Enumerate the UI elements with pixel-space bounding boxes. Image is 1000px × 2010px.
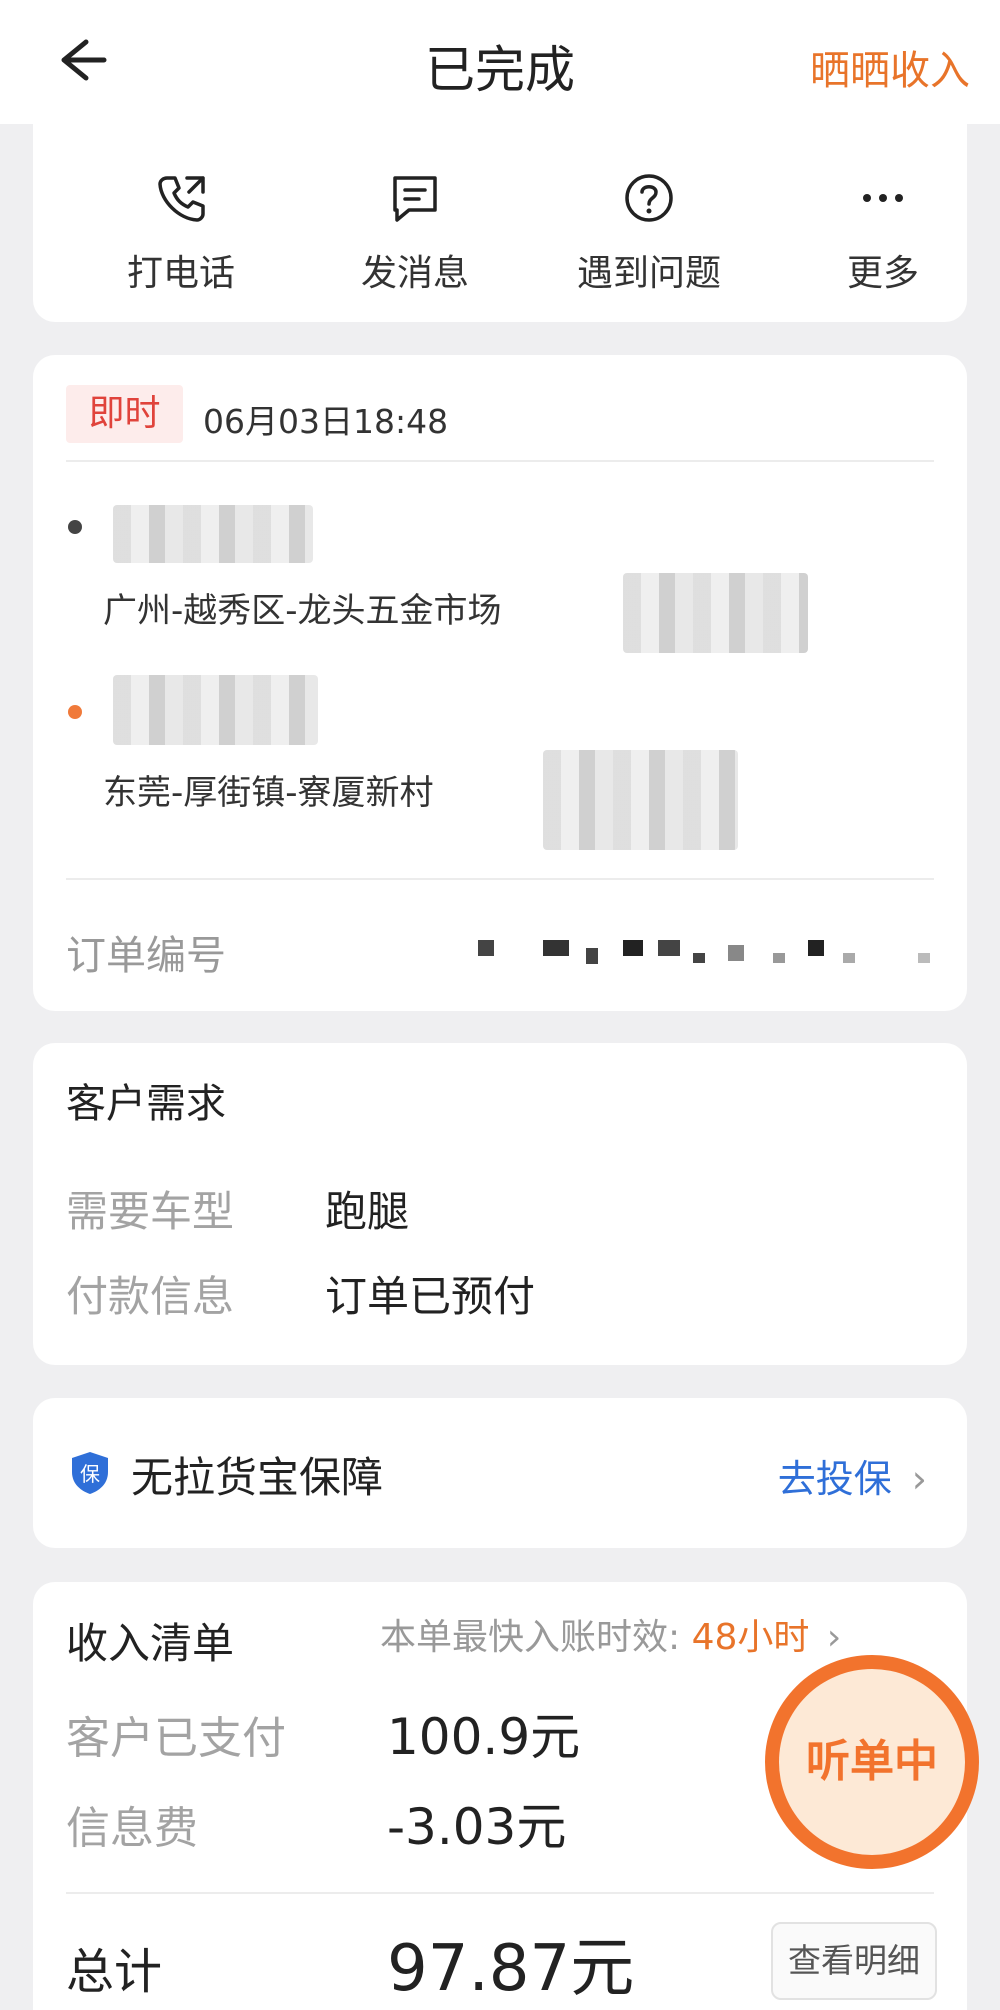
payment-info-value: 订单已预付 bbox=[325, 1272, 536, 1321]
question-icon bbox=[625, 174, 673, 222]
message-button[interactable]: 发消息 bbox=[315, 170, 515, 296]
customer-paid-value: 100.9元 bbox=[387, 1708, 581, 1766]
more-label: 更多 bbox=[846, 253, 919, 294]
settlement-time-value: 48小时 bbox=[691, 1617, 810, 1658]
chevron-right-icon: › bbox=[911, 1457, 927, 1501]
customer-needs-card: 客户需求 需要车型 跑腿 付款信息 订单已预付 bbox=[33, 1043, 967, 1365]
view-details-button[interactable]: 查看明细 bbox=[771, 1922, 937, 2000]
more-icon bbox=[863, 194, 903, 202]
message-icon bbox=[393, 176, 437, 222]
total-label: 总计 bbox=[66, 1944, 163, 2000]
divider bbox=[66, 460, 934, 462]
payment-info-label: 付款信息 bbox=[66, 1272, 235, 1321]
phone-icon bbox=[158, 176, 205, 222]
listening-orders-label: 听单中 bbox=[779, 1669, 965, 1855]
dropoff-address: 东莞-厚街镇-寮厦新村 bbox=[103, 773, 434, 813]
info-fee-label: 信息费 bbox=[66, 1803, 198, 1854]
call-label: 打电话 bbox=[126, 253, 235, 294]
share-income-button[interactable]: 晒晒收入 bbox=[810, 38, 970, 96]
divider bbox=[66, 1892, 934, 1894]
top-bar: 已完成 晒晒收入 bbox=[0, 0, 1000, 124]
income-title: 收入清单 bbox=[66, 1619, 235, 1668]
insurance-label: 无拉货宝保障 bbox=[131, 1453, 384, 1502]
dropoff-address-redacted bbox=[543, 750, 738, 850]
insurance-card[interactable]: 保 无拉货宝保障 去投保 › bbox=[33, 1398, 967, 1548]
vehicle-type-value: 跑腿 bbox=[325, 1187, 410, 1236]
info-fee-value: -3.03元 bbox=[387, 1798, 567, 1856]
more-button[interactable]: 更多 bbox=[783, 170, 983, 296]
buy-insurance-link[interactable]: 去投保 › bbox=[778, 1448, 927, 1503]
settlement-time-label: 本单最快入账时效: bbox=[380, 1617, 681, 1658]
needs-title: 客户需求 bbox=[66, 1081, 226, 1127]
order-number-label: 订单编号 bbox=[66, 933, 226, 979]
instant-tag: 即时 bbox=[66, 385, 183, 443]
pickup-name-redacted bbox=[113, 505, 313, 563]
buy-insurance-label: 去投保 bbox=[777, 1457, 892, 1501]
shield-icon: 保 bbox=[69, 1450, 111, 1496]
divider bbox=[66, 878, 934, 880]
dropoff-dot bbox=[68, 705, 82, 719]
pickup-dot bbox=[68, 520, 82, 534]
dropoff-name-redacted bbox=[113, 675, 318, 745]
problem-label: 遇到问题 bbox=[576, 253, 721, 294]
settlement-time[interactable]: 本单最快入账时效: 48小时 › bbox=[380, 1608, 841, 1660]
pickup-address-redacted bbox=[623, 573, 808, 653]
quick-actions-card: 打电话 发消息 遇到问题 更多 bbox=[33, 110, 967, 322]
order-card: 即时 06月03日18:48 广州-越秀区-龙头五金市场 东莞-厚街镇-寮厦新村… bbox=[33, 355, 967, 1011]
pickup-address: 广州-越秀区-龙头五金市场 bbox=[103, 591, 502, 631]
vehicle-type-label: 需要车型 bbox=[66, 1187, 235, 1236]
svg-text:保: 保 bbox=[80, 1462, 100, 1486]
order-time: 06月03日18:48 bbox=[203, 402, 449, 441]
customer-paid-label: 客户已支付 bbox=[66, 1713, 286, 1764]
call-button[interactable]: 打电话 bbox=[81, 170, 281, 296]
message-label: 发消息 bbox=[360, 253, 469, 294]
chevron-right-icon: › bbox=[826, 1617, 842, 1658]
problem-button[interactable]: 遇到问题 bbox=[549, 170, 749, 296]
total-value: 97.87元 bbox=[387, 1932, 635, 2006]
listening-orders-button[interactable]: 听单中 bbox=[765, 1655, 979, 1869]
